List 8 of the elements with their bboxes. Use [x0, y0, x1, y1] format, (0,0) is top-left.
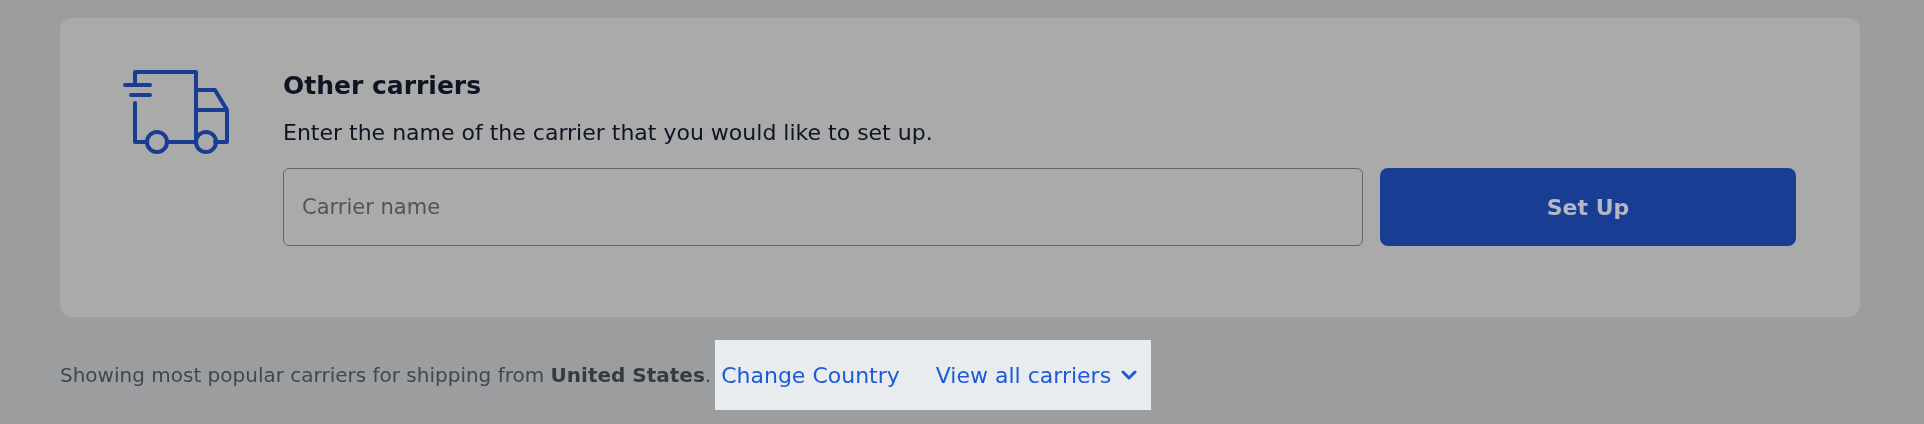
carrier-name-input[interactable]: Carrier name: [283, 168, 1363, 246]
view-all-carriers-link[interactable]: View all carriers: [935, 362, 1138, 388]
carriers-note: Showing most popular carriers for shipping from United States.: [60, 363, 712, 387]
card-description: Enter the name of the carrier that you would like to set up.: [283, 119, 934, 147]
card-title: Other carriers: [283, 70, 483, 102]
change-country-link[interactable]: Change Country: [721, 362, 900, 388]
chevron-down-icon: [1121, 370, 1138, 380]
set-up-button[interactable]: Set Up: [1380, 168, 1796, 246]
